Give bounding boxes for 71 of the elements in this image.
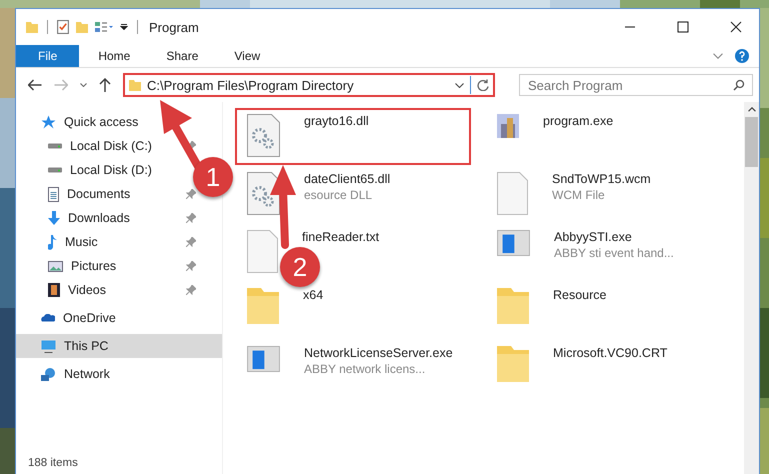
monitor-icon: [41, 340, 56, 352]
file-icon: [497, 172, 528, 215]
folder-icon: [497, 346, 529, 382]
sidebar-item[interactable]: Downloads: [16, 206, 136, 230]
folder-icon: [247, 288, 279, 324]
star-icon: [41, 115, 56, 129]
cloud-icon: [41, 314, 55, 322]
network-icon: [41, 368, 56, 380]
sidebar-item[interactable]: Music: [16, 230, 104, 254]
film-icon: [48, 283, 60, 297]
sidebar-item[interactable]: Documents: [16, 182, 136, 206]
window-title: Program: [149, 20, 199, 34]
chevron-icon[interactable]: [713, 53, 723, 59]
recent-icon[interactable]: [80, 83, 87, 87]
file-name: dateClient65.dll: [304, 172, 390, 186]
file-name: program.exe: [543, 114, 614, 128]
file-name: fineReader.txt: [302, 230, 380, 244]
file-name: NetworkLicenseServer.exe: [304, 346, 453, 360]
file-description: esource DLL: [304, 188, 374, 202]
drive-icon: [48, 167, 62, 173]
window-icon: [247, 346, 280, 372]
file-name: AbbyySTI.exe: [554, 230, 633, 244]
dropdown-icon[interactable]: [455, 82, 464, 88]
sidebar-item[interactable]: This PC: [16, 334, 222, 358]
pin-icon[interactable]: [186, 285, 196, 295]
sidebar-item[interactable]: Network: [16, 362, 222, 386]
music-note-icon: [48, 234, 57, 250]
back-icon[interactable]: [28, 79, 42, 91]
file-description: ABBY sti event hand...: [554, 246, 674, 260]
pin-icon[interactable]: [186, 189, 196, 199]
help-icon[interactable]: [735, 49, 749, 63]
properties-icon[interactable]: [57, 20, 69, 34]
refresh-icon[interactable]: [477, 79, 489, 91]
file-name: Microsoft.VC90.CRT: [553, 346, 668, 360]
pin-icon[interactable]: [186, 261, 196, 271]
file-icon: [247, 230, 278, 273]
folder-icon: [129, 80, 141, 90]
folder-icon: [497, 288, 529, 324]
gear-file-icon: [247, 172, 280, 215]
file-name: x64: [303, 288, 324, 302]
ribbon-tab[interactable]: File: [16, 45, 80, 67]
document-icon: [48, 186, 59, 202]
search-field[interactable]: Search Program: [519, 74, 753, 96]
sidebar-item[interactable]: Local Disk (C:): [16, 134, 158, 158]
gear-file-icon: [247, 114, 280, 157]
sidebar-item[interactable]: Videos: [16, 278, 112, 302]
scroll-up-icon[interactable]: [748, 107, 756, 112]
dropdown-icon[interactable]: [120, 24, 128, 30]
view-options-icon[interactable]: [95, 22, 113, 32]
image-icon: [48, 260, 63, 272]
download-icon: [48, 211, 60, 225]
drive-icon: [48, 143, 62, 149]
file-description: WCM File: [552, 188, 606, 202]
setup-icon: [497, 114, 519, 138]
scroll-thumb[interactable]: [745, 117, 758, 167]
pin-icon[interactable]: [186, 237, 196, 247]
sidebar-item[interactable]: Quick access: [16, 110, 222, 134]
item-count: 188 items: [27, 457, 78, 471]
up-icon[interactable]: [99, 78, 111, 92]
file-description: ABBY network licens...: [304, 362, 426, 376]
search-icon[interactable]: [733, 79, 745, 91]
sidebar-item[interactable]: Pictures: [16, 254, 122, 278]
file-name: Resource: [553, 288, 606, 302]
window-icon: [497, 230, 530, 256]
pin-icon[interactable]: [186, 213, 196, 223]
file-name: SndToWP15.wcm: [552, 172, 651, 186]
sidebar-item[interactable]: Local Disk (D:): [16, 158, 158, 182]
address-bar[interactable]: C:\Program Files\Program Directory: [123, 73, 495, 97]
scrollbar[interactable]: [744, 102, 759, 474]
sidebar-item[interactable]: OneDrive: [16, 306, 222, 330]
file-name: grayto16.dll: [304, 114, 369, 128]
